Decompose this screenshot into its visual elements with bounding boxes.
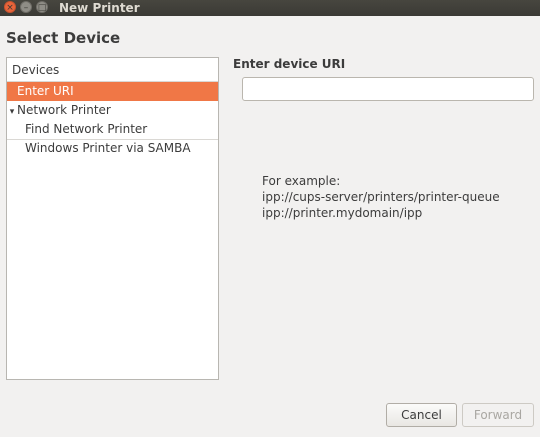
example-intro: For example: — [262, 174, 341, 188]
cancel-button[interactable]: Cancel — [386, 403, 457, 427]
device-list: Devices Enter URI ▾ Network Printer Find … — [6, 57, 219, 380]
device-item-windows-samba[interactable]: Windows Printer via SAMBA — [7, 139, 218, 158]
device-item-label: Windows Printer via SAMBA — [25, 141, 191, 155]
close-window-icon[interactable]: × — [4, 1, 16, 13]
forward-button[interactable]: Forward — [462, 403, 534, 427]
device-item-label: Enter URI — [17, 84, 74, 98]
uri-label: Enter device URI — [233, 57, 346, 71]
maximize-window-icon[interactable]: □ — [36, 1, 48, 13]
minimize-window-icon[interactable]: – — [20, 1, 32, 13]
device-item-label: Network Printer — [17, 103, 111, 117]
device-uri-input[interactable] — [242, 77, 534, 101]
device-item-network-printer[interactable]: ▾ Network Printer — [7, 101, 218, 120]
device-list-header: Devices — [7, 58, 218, 82]
device-item-enter-uri[interactable]: Enter URI — [7, 82, 218, 101]
window-title: New Printer — [59, 1, 140, 15]
example-line-2: ipp://printer.mydomain/ipp — [262, 206, 423, 220]
uri-example: For example: ipp://cups-server/printers/… — [262, 173, 500, 221]
device-item-label: Find Network Printer — [25, 122, 148, 136]
example-line-1: ipp://cups-server/printers/printer-queue — [262, 190, 500, 204]
page-title: Select Device — [6, 29, 121, 47]
device-item-find-network-printer[interactable]: Find Network Printer — [7, 120, 218, 140]
window-titlebar: × – □ New Printer — [0, 0, 540, 16]
